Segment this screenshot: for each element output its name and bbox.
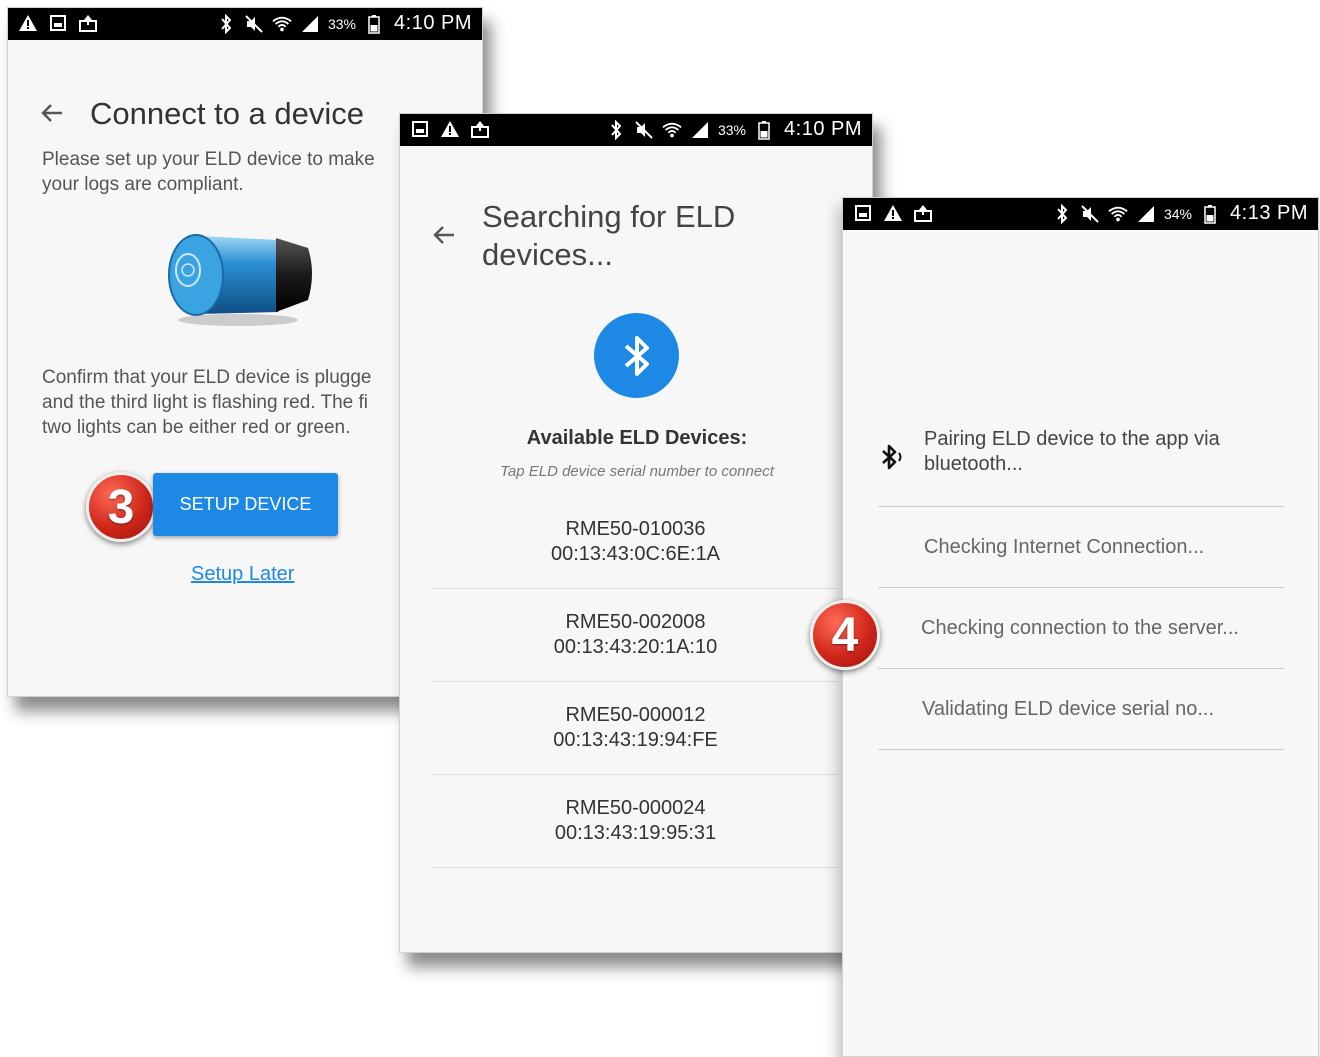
signal-icon <box>1136 204 1156 224</box>
status-bar: 33% 4:10 PM <box>400 114 872 146</box>
battery-percent: 33% <box>327 15 357 32</box>
signal-icon <box>690 120 710 140</box>
bluetooth-icon <box>1052 203 1072 224</box>
available-devices-subtitle: Tap ELD device serial number to connect <box>500 463 774 480</box>
status-bar: 33% 4:10 PM <box>8 8 482 40</box>
intro-text: Please set up your ELD device to make yo… <box>42 149 375 195</box>
device-mac: 00:13:43:19:94:FE <box>553 729 718 751</box>
battery-icon <box>754 120 774 140</box>
bluetooth-icon <box>606 119 626 140</box>
device-serial: RME50-010036 <box>565 518 706 540</box>
gallery-icon <box>853 203 873 223</box>
list-item: Validating ELD device serial no... <box>878 669 1284 750</box>
pairing-steps-list: Pairing ELD device to the app via blueto… <box>878 398 1284 750</box>
upload-icon <box>78 13 98 33</box>
step-pairing-text: Pairing ELD device to the app via blueto… <box>924 428 1220 475</box>
status-time: 4:13 PM <box>1230 202 1308 224</box>
battery-percent: 34% <box>1163 205 1193 222</box>
bluetooth-icon <box>216 13 236 34</box>
device-mac: 00:13:43:0C:6E:1A <box>550 543 720 565</box>
setup-device-button[interactable]: SETUP DEVICE <box>153 473 338 536</box>
battery-icon <box>1200 204 1220 224</box>
wifi-icon <box>1108 204 1128 224</box>
mute-icon <box>1080 204 1100 224</box>
step-3-badge: 3 <box>86 472 156 542</box>
wifi-icon <box>662 120 682 140</box>
back-arrow-icon[interactable] <box>432 222 458 253</box>
bluetooth-icon <box>594 313 679 398</box>
gallery-icon <box>410 119 430 139</box>
available-devices-title: Available ELD Devices: <box>526 427 748 449</box>
bluetooth-pairing-icon <box>878 442 908 478</box>
back-arrow-icon[interactable] <box>40 100 66 131</box>
device-mac: 00:13:43:20:1A:10 <box>553 636 718 658</box>
step-validate-text: Validating ELD device serial no... <box>922 697 1215 720</box>
signal-icon <box>300 14 320 34</box>
mute-icon <box>634 120 654 140</box>
step-server-text: Checking connection to the server... <box>921 616 1239 639</box>
wifi-icon <box>272 14 292 34</box>
screen-searching-devices: 33% 4:10 PM Searching for ELD devices...… <box>399 113 873 953</box>
upload-icon <box>470 119 490 139</box>
eld-device-image <box>158 218 318 333</box>
page-title: Searching for ELD devices... <box>482 199 736 272</box>
device-row[interactable]: RME50-010036 00:13:43:0C:6E:1A <box>433 496 838 589</box>
list-item: Pairing ELD device to the app via blueto… <box>878 398 1284 507</box>
status-time: 4:10 PM <box>784 118 862 140</box>
confirm-text: Confirm that your ELD device is plugge a… <box>42 367 372 438</box>
battery-icon <box>364 14 384 34</box>
step-internet-text: Checking Internet Connection... <box>924 535 1205 558</box>
list-item: Checking Internet Connection... <box>878 507 1284 588</box>
gallery-icon <box>48 13 68 33</box>
device-serial: RME50-000012 <box>565 704 706 726</box>
device-list: RME50-010036 00:13:43:0C:6E:1A RME50-002… <box>433 496 838 868</box>
page-title: Connect to a device <box>90 96 365 131</box>
screen-pairing-progress: 34% 4:13 PM Pairing ELD device to the ap… <box>842 197 1319 1057</box>
step-4-badge: 4 <box>810 600 880 670</box>
battery-percent: 33% <box>717 121 747 138</box>
status-time: 4:10 PM <box>394 12 472 34</box>
device-mac: 00:13:43:19:95:31 <box>554 822 717 844</box>
device-row[interactable]: RME50-000024 00:13:43:19:95:31 <box>433 775 838 868</box>
warning-icon <box>18 13 38 33</box>
warning-icon <box>883 203 903 223</box>
status-bar: 34% 4:13 PM <box>843 198 1318 230</box>
setup-later-link[interactable]: Setup Later <box>191 563 294 586</box>
device-serial: RME50-002008 <box>565 611 706 633</box>
warning-icon <box>440 119 460 139</box>
device-serial: RME50-000024 <box>565 797 706 819</box>
device-row[interactable]: RME50-000012 00:13:43:19:94:FE <box>433 682 838 775</box>
upload-icon <box>913 203 933 223</box>
device-row[interactable]: RME50-002008 00:13:43:20:1A:10 <box>433 589 838 682</box>
list-item: Checking connection to the server... <box>878 588 1284 669</box>
mute-icon <box>244 14 264 34</box>
